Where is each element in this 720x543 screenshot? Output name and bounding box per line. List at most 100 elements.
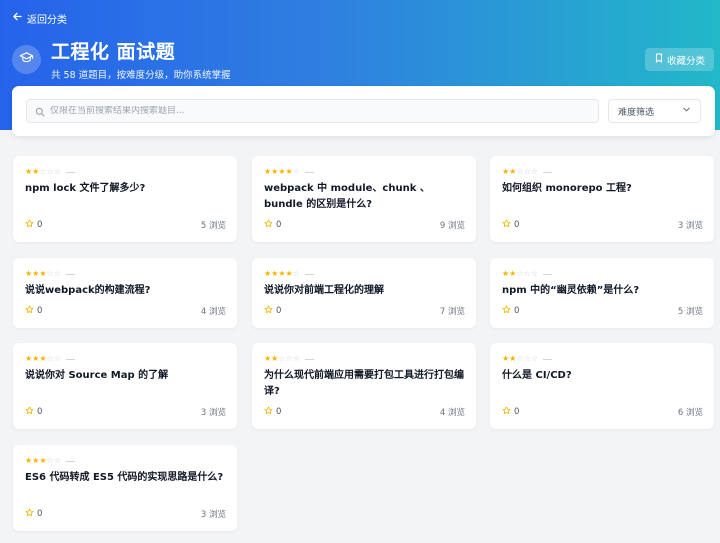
- divider: [304, 171, 314, 173]
- star-icon: ☆: [53, 269, 61, 278]
- view-count: 3 浏览: [677, 221, 703, 231]
- view-count: 9 浏览: [439, 221, 465, 231]
- divider: [65, 171, 75, 173]
- star-icon: ★: [39, 269, 47, 278]
- view-count: 4 浏览: [439, 408, 465, 418]
- star-icon: ★: [509, 269, 517, 278]
- question-card[interactable]: ★ ★ ★ ★ ☆ webpack 中 module、chunk 、bundle 的区别是…: [252, 156, 476, 242]
- star-outline-icon: [502, 219, 511, 231]
- star-icon: ☆: [46, 354, 54, 363]
- question-card[interactable]: ★ ★ ★ ☆ ☆ ES6 代码转成 ES5 代码的实现思路是什么? 0 3 浏览: [13, 445, 237, 531]
- star-icon: ☆: [516, 354, 524, 363]
- star-icon: ☆: [53, 456, 61, 465]
- favorite-category-button[interactable]: 收藏分类: [645, 48, 714, 71]
- star-icon: ★: [271, 269, 279, 278]
- question-card[interactable]: ★ ★ ☆ ☆ ☆ npm lock 文件了解多少? 0 5 浏览: [13, 156, 237, 242]
- question-title: npm 中的“幽灵依赖”是什么?: [502, 285, 640, 296]
- divider: [542, 273, 552, 275]
- star-icon: ★: [502, 167, 510, 176]
- divider: [304, 358, 314, 360]
- like-count-value: 0: [514, 306, 520, 316]
- like-count[interactable]: 0: [264, 305, 281, 317]
- star-icon: ★: [264, 167, 272, 176]
- star-outline-icon: [25, 219, 34, 231]
- difficulty-filter-select[interactable]: 难度筛选: [608, 99, 701, 123]
- star-icon: ★: [264, 269, 272, 278]
- question-card[interactable]: ★ ★ ☆ ☆ ☆ npm 中的“幽灵依赖”是什么? 0 5 浏览: [490, 258, 714, 328]
- divider: [65, 358, 75, 360]
- star-outline-icon: [502, 305, 511, 317]
- question-card[interactable]: ★ ★ ☆ ☆ ☆ 什么是 CI/CD? 0 6 浏览: [490, 343, 714, 429]
- difficulty-stars: ★ ★ ★ ★ ☆: [264, 168, 314, 176]
- question-title: webpack 中 module、chunk 、bundle 的区别是什么?: [264, 183, 430, 210]
- question-title: 说说webpack的构建流程?: [25, 285, 151, 296]
- star-icon: ★: [271, 354, 279, 363]
- star-outline-icon: [264, 406, 273, 418]
- question-card[interactable]: ★ ★ ☆ ☆ ☆ 为什么现代前端应用需要打包工具进行打包编译? 0 4 浏览: [252, 343, 476, 429]
- divider: [65, 460, 75, 462]
- like-count-value: 0: [276, 407, 282, 417]
- like-count[interactable]: 0: [502, 406, 519, 418]
- star-icon: ☆: [516, 269, 524, 278]
- difficulty-stars: ★ ★ ★ ☆ ☆: [25, 457, 75, 465]
- divider: [65, 273, 75, 275]
- question-card[interactable]: ★ ★ ★ ★ ☆ 说说你对前端工程化的理解 0 7 浏览: [252, 258, 476, 328]
- like-count-value: 0: [37, 509, 43, 519]
- star-icon: ☆: [53, 167, 61, 176]
- divider: [542, 171, 552, 173]
- star-icon: ★: [509, 167, 517, 176]
- question-title: 为什么现代前端应用需要打包工具进行打包编译?: [264, 370, 464, 397]
- difficulty-stars: ★ ★ ★ ☆ ☆: [25, 355, 75, 363]
- question-card[interactable]: ★ ★ ☆ ☆ ☆ 如何组织 monorepo 工程? 0 3 浏览: [490, 156, 714, 242]
- difficulty-stars: ★ ★ ★ ☆ ☆: [25, 270, 75, 278]
- view-count: 7 浏览: [439, 307, 465, 317]
- graduation-cap-icon: [19, 50, 34, 69]
- view-count: 4 浏览: [200, 307, 226, 317]
- like-count[interactable]: 0: [25, 508, 42, 520]
- star-outline-icon: [264, 305, 273, 317]
- like-count[interactable]: 0: [25, 305, 42, 317]
- star-icon: ☆: [39, 167, 47, 176]
- star-icon: ★: [502, 269, 510, 278]
- like-count[interactable]: 0: [264, 406, 281, 418]
- divider: [542, 358, 552, 360]
- view-count: 3 浏览: [200, 510, 226, 520]
- star-icon: ☆: [530, 269, 538, 278]
- star-icon: ★: [264, 354, 272, 363]
- star-icon: ☆: [46, 167, 54, 176]
- star-outline-icon: [25, 406, 34, 418]
- star-icon: ★: [285, 269, 293, 278]
- star-icon: ☆: [292, 167, 300, 176]
- back-to-categories-link[interactable]: 返回分类: [12, 11, 67, 26]
- search-panel: 难度筛选: [12, 86, 715, 136]
- page-subtitle: 共 58 道题目，按难度分级，助你系统掌握: [51, 70, 231, 81]
- star-outline-icon: [502, 406, 511, 418]
- question-title: 什么是 CI/CD?: [502, 370, 572, 381]
- like-count[interactable]: 0: [502, 219, 519, 231]
- like-count[interactable]: 0: [25, 406, 42, 418]
- star-icon: ★: [39, 456, 47, 465]
- star-icon: ★: [271, 167, 279, 176]
- like-count[interactable]: 0: [264, 219, 281, 231]
- question-title: npm lock 文件了解多少?: [25, 183, 146, 194]
- favorite-button-label: 收藏分类: [666, 55, 705, 67]
- difficulty-stars: ★ ★ ★ ★ ☆: [264, 270, 314, 278]
- like-count[interactable]: 0: [502, 305, 519, 317]
- star-icon: ☆: [292, 354, 300, 363]
- star-icon: ★: [25, 354, 33, 363]
- search-input[interactable]: [50, 106, 570, 116]
- star-icon: ★: [509, 354, 517, 363]
- difficulty-stars: ★ ★ ☆ ☆ ☆: [25, 168, 75, 176]
- star-icon: ★: [39, 354, 47, 363]
- star-icon: ☆: [292, 269, 300, 278]
- like-count-value: 0: [514, 407, 520, 417]
- like-count-value: 0: [37, 306, 43, 316]
- question-card[interactable]: ★ ★ ★ ☆ ☆ 说说webpack的构建流程? 0 4 浏览: [13, 258, 237, 328]
- star-outline-icon: [264, 219, 273, 231]
- search-icon: [35, 102, 45, 121]
- star-outline-icon: [25, 305, 34, 317]
- question-title: 说说你对 Source Map 的了解: [25, 370, 169, 381]
- category-avatar: [12, 45, 41, 74]
- question-card[interactable]: ★ ★ ★ ☆ ☆ 说说你对 Source Map 的了解 0 3 浏览: [13, 343, 237, 429]
- like-count[interactable]: 0: [25, 219, 42, 231]
